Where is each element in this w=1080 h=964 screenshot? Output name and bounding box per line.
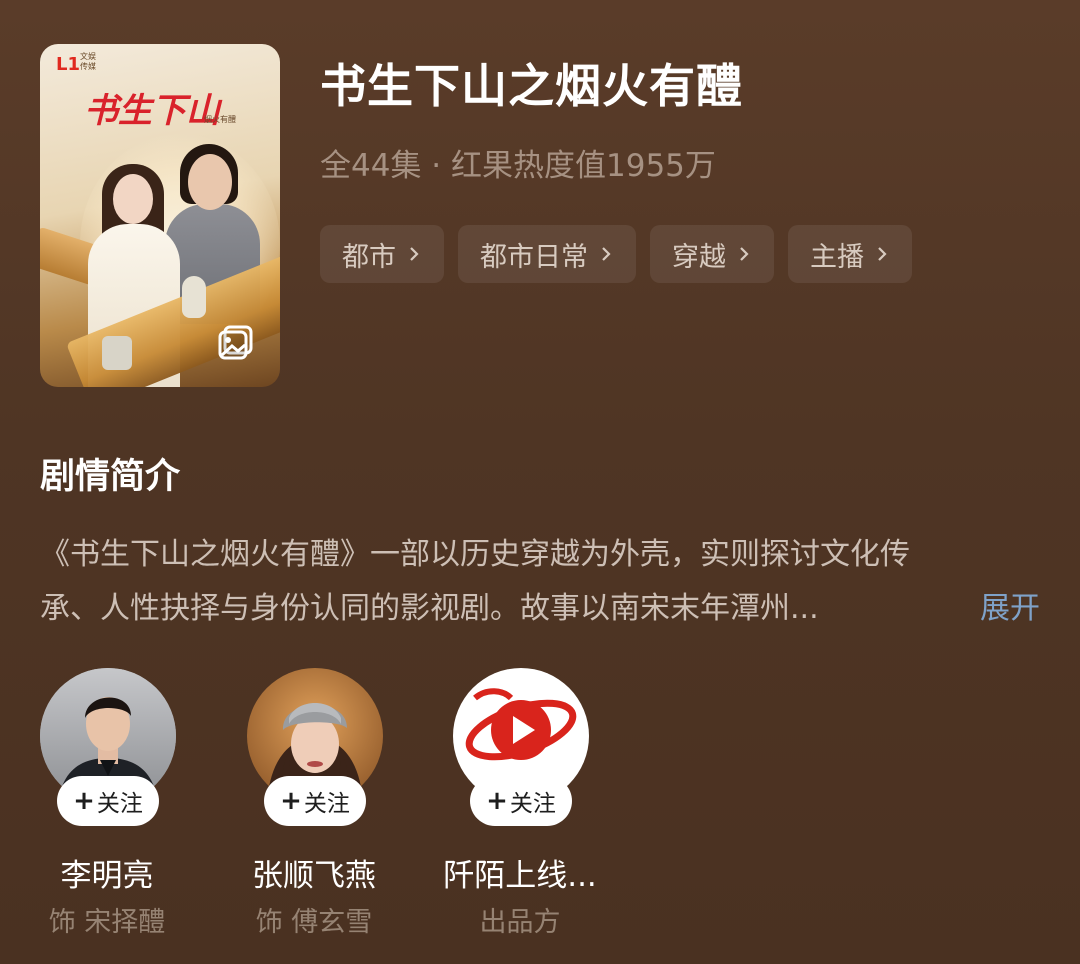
poster-logo-text: 文娱 传媒 — [80, 52, 96, 71]
plus-icon: + — [280, 786, 302, 816]
follow-button[interactable]: + 关注 — [57, 776, 159, 826]
tag-label: 主播 — [810, 241, 864, 273]
poster-subtitle: 烟火有醴 — [204, 115, 236, 124]
follow-button[interactable]: + 关注 — [264, 776, 366, 826]
chevron-right-icon — [410, 247, 419, 261]
tag-time-travel[interactable]: 穿越 — [650, 225, 774, 283]
cast-role: 饰 宋择醴 — [48, 907, 166, 938]
expand-link[interactable]: 展开 — [980, 582, 1040, 636]
cast-name: 李明亮 — [60, 858, 154, 894]
plus-icon: + — [73, 786, 95, 816]
chevron-right-icon — [602, 247, 611, 261]
drama-title: 书生下山之烟火有醴 — [320, 59, 743, 113]
poster-vase — [182, 276, 206, 318]
poster-actor-face — [188, 154, 232, 210]
synopsis-line: 承、人性抉择与身份认同的影视剧。故事以南宋末年潭州... — [40, 591, 819, 626]
drama-meta: 全44集 · 红果热度值1955万 — [320, 148, 716, 184]
gallery-icon[interactable] — [216, 322, 256, 362]
follow-label: 关注 — [96, 791, 143, 817]
poster-actress-face — [113, 174, 153, 224]
synopsis-heading: 剧情简介 — [40, 457, 181, 497]
synopsis-line-with-expand: 承、人性抉择与身份认同的影视剧。故事以南宋末年潭州... 展开 — [40, 582, 1040, 636]
chevron-right-icon — [740, 247, 749, 261]
tag-urban-daily[interactable]: 都市日常 — [458, 225, 636, 283]
tag-label: 都市 — [342, 241, 396, 273]
cast-role: 出品方 — [479, 907, 561, 938]
svg-text:书生下山: 书生下山 — [84, 91, 223, 130]
genre-tags: 都市 都市日常 穿越 主播 — [320, 225, 912, 283]
synopsis-line: 《书生下山之烟火有醴》一部以历史穿越为外壳，实则探讨文化传 — [40, 537, 910, 572]
drama-poster[interactable]: L1 文娱 传媒 书生下山 烟火有醴 — [40, 44, 280, 387]
tag-label: 都市日常 — [480, 241, 588, 273]
plus-icon: + — [486, 786, 508, 816]
follow-label: 关注 — [509, 791, 556, 817]
tag-label: 穿越 — [672, 241, 726, 273]
tag-urban[interactable]: 都市 — [320, 225, 444, 283]
chevron-right-icon — [878, 247, 887, 261]
poster-logo-icon: L1 — [56, 54, 80, 75]
cast-role: 饰 傅玄雪 — [255, 907, 373, 938]
follow-label: 关注 — [303, 791, 350, 817]
cast-name: 阡陌上线... — [443, 858, 597, 894]
tag-streamer[interactable]: 主播 — [788, 225, 912, 283]
drama-detail-page: L1 文娱 传媒 书生下山 烟火有醴 书生下山之烟火有醴 全44集 · 红果热度… — [0, 0, 1080, 964]
cast-name: 张顺飞燕 — [252, 858, 376, 894]
cast-list: + 关注 李明亮 饰 宋择醴 + 关注 张顺飞燕 饰 傅玄雪 + 关注 阡陌上线… — [0, 668, 1080, 958]
poster-jar — [102, 336, 132, 370]
synopsis-text: 《书生下山之烟火有醴》一部以历史穿越为外壳，实则探讨文化传 承、人性抉择与身份认… — [40, 528, 1040, 636]
follow-button[interactable]: + 关注 — [470, 776, 572, 826]
